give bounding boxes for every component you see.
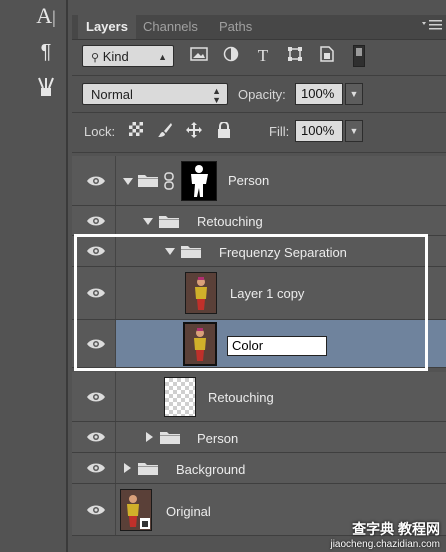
panel-menu-icon[interactable] [421, 19, 443, 33]
filter-kind-dropdown[interactable]: ⚲ Kind ▲ [82, 45, 174, 67]
folder-icon [138, 175, 158, 187]
divider [72, 75, 446, 76]
fill-input[interactable]: 100% [295, 120, 343, 142]
eye-icon[interactable] [86, 214, 106, 228]
smart-object-thumbnail[interactable] [120, 489, 152, 531]
blend-mode-dropdown[interactable]: Normal ▲ ▼ [82, 83, 228, 105]
expand-triangle-icon[interactable] [143, 218, 153, 225]
tool-strip: A| ¶ [0, 0, 72, 552]
layer-name[interactable]: Background [176, 462, 245, 477]
lock-transparent-pixels-icon[interactable] [128, 122, 144, 138]
layer-row-retouching[interactable]: Retouching [72, 372, 446, 422]
layer-name[interactable]: Person [228, 173, 269, 188]
watermark-title: 查字典 教程网 [352, 521, 440, 537]
paragraph-icon[interactable]: ¶ [34, 40, 58, 64]
filter-pixel-icon[interactable] [189, 46, 209, 66]
eye-icon[interactable] [86, 286, 106, 300]
lock-position-icon[interactable] [186, 122, 202, 138]
layer-name[interactable]: Person [197, 431, 238, 446]
folder-icon [159, 216, 179, 228]
collapse-triangle-icon[interactable] [146, 432, 153, 442]
layer-name[interactable]: Original [166, 504, 211, 519]
brushes-icon[interactable] [34, 76, 58, 100]
opacity-input[interactable]: 100% [295, 83, 343, 105]
lock-label: Lock: [84, 124, 116, 139]
filter-adjustment-icon[interactable] [221, 46, 241, 66]
eye-icon[interactable] [86, 337, 106, 351]
eye-icon[interactable] [86, 244, 106, 258]
tab-layers[interactable]: Layers [78, 15, 136, 39]
blend-mode-value: Normal [91, 87, 133, 102]
folder-icon [181, 246, 201, 258]
dropdown-arrows-icon: ▲ [158, 52, 167, 62]
filter-shape-icon[interactable] [285, 46, 305, 66]
tab-channels[interactable]: Channels [143, 15, 198, 39]
folder-icon [138, 463, 158, 475]
layer-row-person-group[interactable]: Person [72, 156, 446, 206]
layer-name[interactable]: Frequenzy Separation [219, 245, 347, 260]
layer-row-person-subgroup[interactable]: Person [72, 422, 446, 453]
layer-row-retouching-group[interactable]: Retouching [72, 206, 446, 236]
dropdown-arrows-icon: ▲ ▼ [212, 86, 221, 105]
filter-kind-label: Kind [102, 49, 129, 64]
opacity-label: Opacity: [238, 87, 286, 102]
layer-row-layer-1-copy[interactable]: Layer 1 copy [72, 267, 446, 320]
search-icon: ⚲ [91, 52, 100, 64]
eye-icon[interactable] [86, 174, 106, 188]
layer-name[interactable]: Layer 1 copy [230, 286, 304, 301]
filter-toggle-switch[interactable] [353, 45, 365, 67]
watermark-url: jiaocheng.chazidian.com [330, 539, 440, 550]
layer-mask-thumbnail[interactable] [181, 161, 217, 201]
folder-icon [160, 432, 180, 444]
fill-label: Fill: [269, 124, 290, 139]
eye-icon[interactable] [86, 461, 106, 475]
lock-all-icon[interactable] [216, 121, 232, 138]
layer-thumbnail[interactable] [183, 322, 217, 366]
eye-icon[interactable] [86, 430, 106, 444]
layer-row-frequenzy-separation-group[interactable]: Frequenzy Separation [72, 236, 446, 267]
layer-row-background-group[interactable]: Background [72, 453, 446, 484]
lock-image-pixels-icon[interactable] [157, 122, 173, 138]
eye-icon[interactable] [86, 390, 106, 404]
divider [72, 152, 446, 153]
opacity-dropdown-button[interactable]: ▼ [345, 83, 363, 105]
divider [72, 112, 446, 113]
layer-thumbnail[interactable] [185, 272, 217, 314]
transparent-layer-thumbnail[interactable] [164, 377, 196, 417]
filter-type-icon[interactable]: T [253, 46, 273, 66]
layer-row-color[interactable]: Color [72, 320, 446, 368]
fill-dropdown-button[interactable]: ▼ [345, 120, 363, 142]
expand-triangle-icon[interactable] [123, 178, 133, 185]
tab-paths[interactable]: Paths [219, 15, 252, 39]
layer-name[interactable]: Retouching [208, 390, 274, 405]
watermark: 查字典 教程网 jiaocheng.chazidian.com [330, 519, 440, 550]
expand-triangle-icon[interactable] [165, 248, 175, 255]
layer-name-edit-field[interactable]: Color [227, 336, 327, 356]
link-icon[interactable] [164, 172, 174, 190]
layer-name[interactable]: Retouching [197, 214, 263, 229]
filter-smart-object-icon[interactable] [317, 46, 337, 66]
type-tool-icon[interactable]: A| [34, 4, 58, 28]
eye-icon[interactable] [86, 503, 106, 517]
tool-strip-divider [66, 0, 68, 552]
collapse-triangle-icon[interactable] [124, 463, 131, 473]
